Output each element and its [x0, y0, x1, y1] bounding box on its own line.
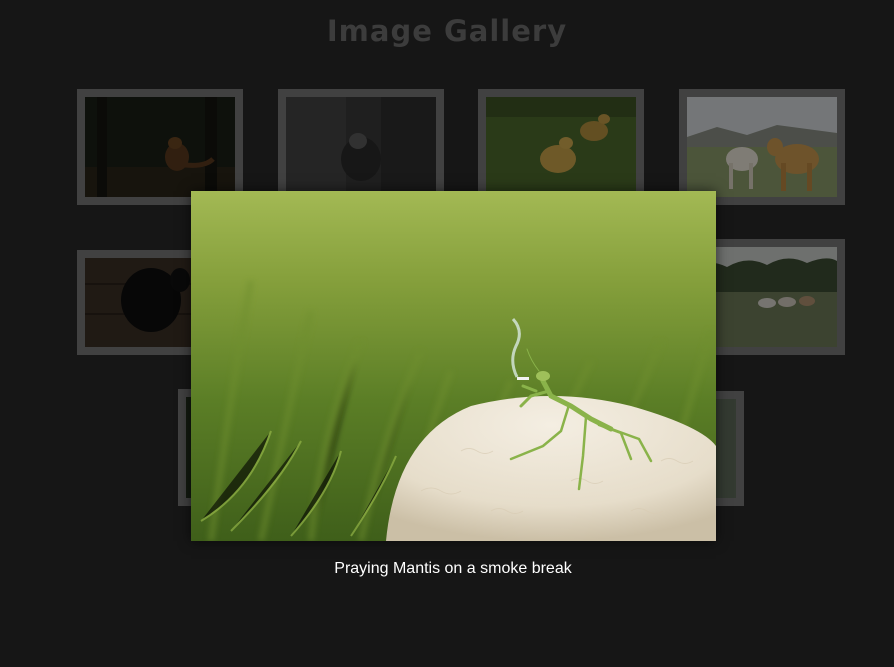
gallery-thumbnail[interactable]: [77, 89, 243, 205]
gallery-thumbnail[interactable]: [478, 89, 644, 205]
gallery-thumbnail[interactable]: [679, 89, 845, 205]
lightbox-image[interactable]: [191, 191, 716, 541]
gallery-thumbnail[interactable]: [278, 89, 444, 205]
praying-mantis-image: [191, 191, 716, 541]
lightbox-caption: Praying Mantis on a smoke break: [334, 560, 572, 577]
page-title: Image Gallery: [326, 14, 568, 48]
